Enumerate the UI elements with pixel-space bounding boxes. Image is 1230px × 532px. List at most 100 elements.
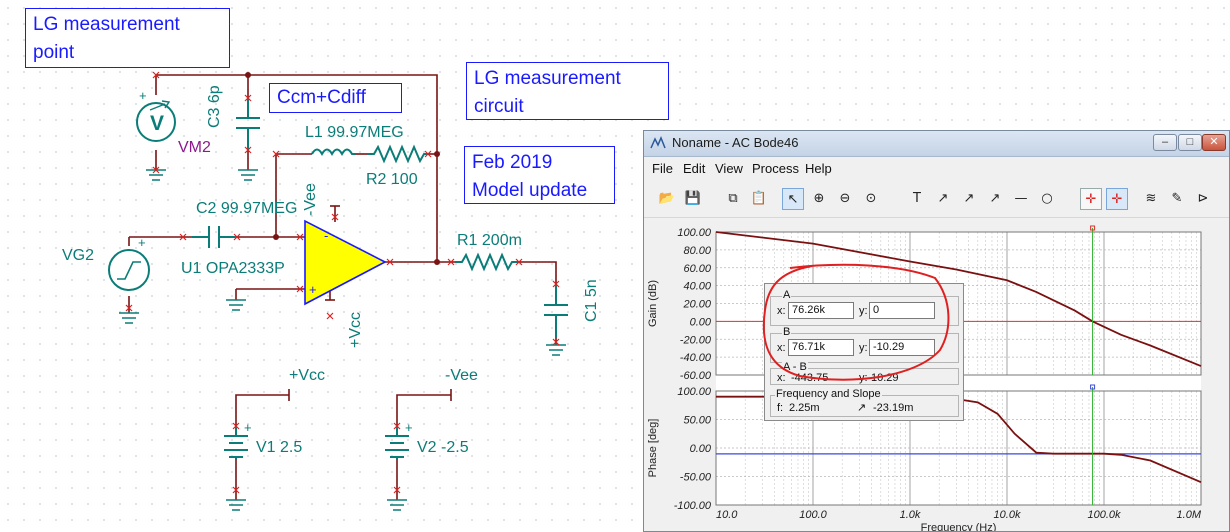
app-icon bbox=[650, 136, 666, 149]
open-icon[interactable]: 📂 bbox=[656, 188, 678, 210]
menu-process[interactable]: Process bbox=[752, 161, 799, 176]
cursor-diff-x-label: x: bbox=[777, 372, 786, 384]
slope-icon: ↗ bbox=[857, 402, 867, 414]
note-ccm-cdiff[interactable]: Ccm+Cdiff bbox=[269, 83, 402, 113]
x-tick-label: 10.0 bbox=[716, 509, 738, 521]
x-tick-label: 100.0k bbox=[1087, 509, 1121, 521]
maximize-button[interactable]: □ bbox=[1178, 134, 1202, 151]
curve-label-2-icon[interactable]: ↗ bbox=[958, 188, 980, 210]
cursor-diff-y-value: 10.29 bbox=[871, 372, 899, 384]
cursor-b-icon[interactable]: ✛ bbox=[1106, 188, 1128, 210]
opamp-minus: - bbox=[324, 228, 328, 243]
note-lg-measurement-point[interactable]: LG measurement point bbox=[25, 8, 230, 68]
label-r2: R2 100 bbox=[366, 171, 418, 188]
waves-icon[interactable]: ≋ bbox=[1140, 188, 1162, 210]
phase-y-tick-label: -50.00 bbox=[680, 472, 712, 484]
phase-y-tick-label: 0.00 bbox=[690, 443, 712, 455]
zoom-fit-icon[interactable]: ⊙ bbox=[860, 188, 882, 210]
label-v2: V2 -2.5 bbox=[417, 439, 469, 456]
save-icon[interactable]: 💾 bbox=[682, 188, 704, 210]
curve-label-icon[interactable]: ↗ bbox=[932, 188, 954, 210]
note-lg-point-text: LG measurement point bbox=[33, 14, 180, 63]
cursor-a-icon[interactable]: ✛ bbox=[1080, 188, 1102, 210]
copy-icon[interactable]: ⧉ bbox=[722, 188, 744, 210]
menu-edit[interactable]: Edit bbox=[683, 161, 705, 176]
curve-label-3-icon[interactable]: ↗ bbox=[984, 188, 1006, 210]
note-ccm-text: Ccm+Cdiff bbox=[277, 87, 366, 108]
note-model-update[interactable]: Feb 2019 Model update bbox=[464, 146, 615, 204]
cursor-b-y-field[interactable]: -10.29 bbox=[869, 339, 935, 356]
note-model-update-text: Feb 2019 Model update bbox=[472, 152, 588, 201]
meter-v-glyph: V bbox=[150, 112, 164, 135]
paste-icon[interactable]: 📋 bbox=[748, 188, 770, 210]
cursor-readout-panel[interactable]: A x: 76.26k y: 0 B x: 76.71k y: -10.29 A… bbox=[764, 283, 964, 421]
signal-generator-vg2[interactable] bbox=[108, 249, 150, 291]
note-lg-measurement-circuit[interactable]: LG measurement circuit bbox=[466, 62, 669, 120]
menu-help[interactable]: Help bbox=[805, 161, 832, 176]
gain-y-tick-label: 0.00 bbox=[690, 316, 712, 328]
label-vcc-pin: +Vcc bbox=[347, 312, 364, 348]
phase-y-tick-label: 100.00 bbox=[677, 386, 712, 398]
zoom-out-icon[interactable]: ⊖ bbox=[834, 188, 856, 210]
label-c2: C2 99.97MEG bbox=[196, 200, 297, 217]
vm2-plus: + bbox=[139, 88, 147, 103]
gain-axis-label: Gain (dB) bbox=[647, 280, 659, 327]
frequency-value: 2.25m bbox=[789, 402, 820, 414]
line-icon[interactable]: — bbox=[1010, 188, 1032, 210]
circle-icon[interactable]: ○ bbox=[1036, 188, 1058, 210]
label-c1: C1 5n bbox=[583, 279, 600, 322]
inductor-l1[interactable] bbox=[311, 148, 356, 157]
menu-view[interactable]: View bbox=[715, 161, 743, 176]
x-tick-label: 1.0k bbox=[900, 509, 921, 521]
label-vm2: VM2 bbox=[178, 139, 211, 156]
frequency-label: f: bbox=[777, 402, 784, 414]
cursor-b-y-label: y: bbox=[859, 342, 868, 354]
resistor-r1[interactable] bbox=[455, 252, 517, 272]
cursor-b-label: B bbox=[782, 326, 792, 338]
cursor-a-x-field[interactable]: 76.26k bbox=[788, 302, 854, 319]
note-lg-circuit-text: LG measurement circuit bbox=[474, 68, 621, 117]
gain-y-tick-label: 100.00 bbox=[677, 227, 712, 239]
title-bar[interactable]: Noname - AC Bode46 – □ ✕ bbox=[644, 131, 1229, 157]
gain-y-tick-label: -40.00 bbox=[680, 352, 712, 364]
frequency-slope-label: Frequency and Slope bbox=[775, 388, 882, 400]
cursor-diff-y-label: y: bbox=[859, 372, 868, 384]
probe-icon[interactable]: ✎ bbox=[1166, 188, 1188, 210]
gain-y-tick-label: -60.00 bbox=[680, 370, 712, 382]
label-vg2: VG2 bbox=[62, 247, 94, 264]
cursor-a-y-field[interactable]: 0 bbox=[869, 302, 935, 319]
slope-value: -23.19m bbox=[873, 402, 914, 414]
opamp-plus: + bbox=[309, 282, 317, 297]
close-button[interactable]: ✕ bbox=[1202, 134, 1226, 151]
gain-y-tick-label: -20.00 bbox=[680, 334, 712, 346]
pointer-icon[interactable]: ↖ bbox=[782, 188, 804, 210]
capacitor-c3[interactable] bbox=[236, 98, 260, 150]
minimize-button[interactable]: – bbox=[1153, 134, 1177, 151]
zoom-in-icon[interactable]: ⊕ bbox=[808, 188, 830, 210]
v2-plus: + bbox=[405, 420, 413, 435]
cursor-b-x-label: x: bbox=[777, 342, 786, 354]
phase-y-tick-label: 50.00 bbox=[683, 415, 711, 427]
menu-file[interactable]: File bbox=[652, 161, 673, 176]
cursor-diff-x-value: -443.75 bbox=[791, 372, 829, 384]
phase-axis-label: Phase [deg] bbox=[647, 419, 659, 478]
opamp-u1[interactable] bbox=[304, 219, 387, 306]
x-tick-label: 10.0k bbox=[994, 509, 1021, 521]
v1-plus: + bbox=[244, 420, 252, 435]
cursor-b-x-field[interactable]: 76.71k bbox=[788, 339, 854, 356]
text-icon[interactable]: T bbox=[906, 188, 928, 210]
cursor-a-y-label: y: bbox=[859, 305, 868, 317]
resistor-r2[interactable] bbox=[368, 144, 428, 164]
flag-icon[interactable]: ⊳ bbox=[1192, 188, 1214, 210]
phase-y-tick-label: -100.00 bbox=[674, 500, 712, 512]
menu-bar: File Edit View Process Help bbox=[644, 157, 1229, 179]
label-vee-pin: -Vee bbox=[302, 183, 319, 216]
label-v1: V1 2.5 bbox=[256, 439, 302, 456]
capacitor-c2[interactable] bbox=[192, 226, 236, 248]
capacitor-c1[interactable] bbox=[544, 284, 568, 338]
gain-y-tick-label: 20.00 bbox=[682, 299, 711, 311]
label-vee-net: -Vee bbox=[445, 367, 478, 384]
cursor-a-x-label: x: bbox=[777, 305, 786, 317]
cursor-a-label: A bbox=[782, 289, 792, 301]
vg2-plus: + bbox=[138, 235, 146, 250]
